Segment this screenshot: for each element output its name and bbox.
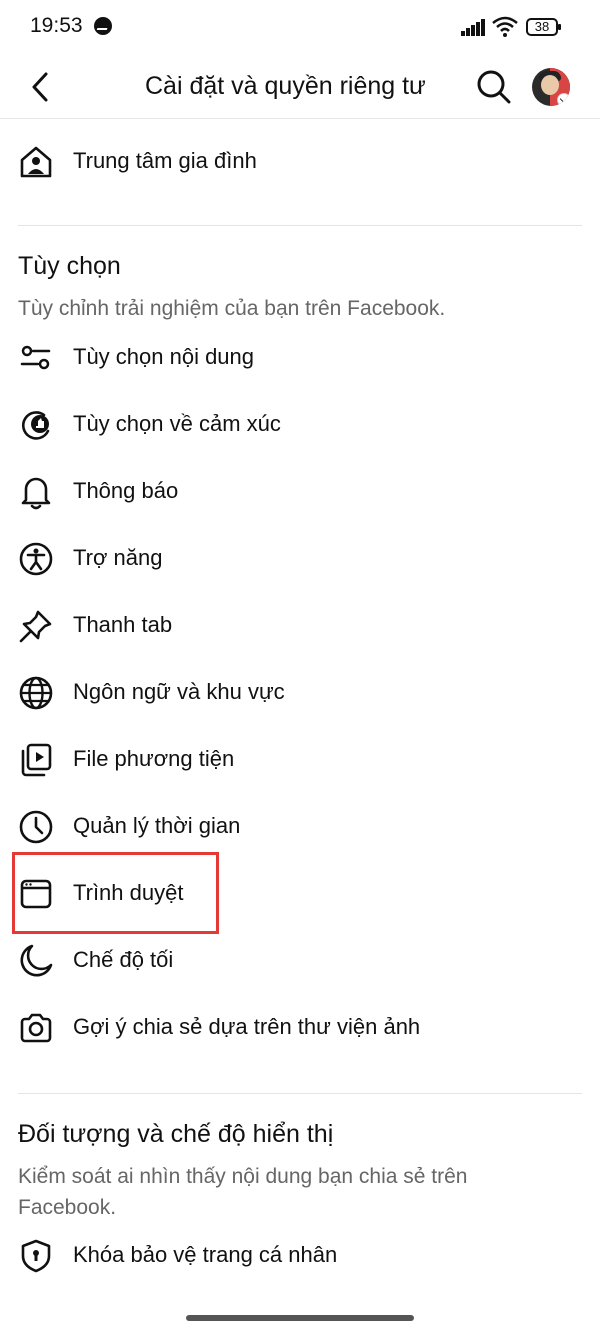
status-time: 19:53 bbox=[30, 14, 83, 37]
preferences-item-dark-mode[interactable]: Chế độ tối bbox=[0, 931, 600, 991]
preferences-item-media[interactable]: File phương tiện bbox=[0, 730, 600, 790]
messenger-icon bbox=[94, 17, 112, 35]
search-icon[interactable] bbox=[476, 69, 512, 105]
reaction-icon bbox=[18, 407, 54, 443]
preferences-item-reactions[interactable]: Tùy chọn về cảm xúc bbox=[0, 395, 600, 455]
wifi-icon bbox=[492, 16, 518, 38]
battery-icon: 38 bbox=[526, 18, 561, 36]
preferences-item-label: Thông báo bbox=[73, 478, 179, 503]
globe-icon bbox=[18, 675, 54, 711]
preferences-item-label: Gợi ý chia sẻ dựa trên thư viện ảnh bbox=[73, 1014, 421, 1039]
home-indicator[interactable] bbox=[186, 1315, 414, 1321]
preferences-item-tab-bar[interactable]: Thanh tab bbox=[0, 596, 600, 656]
preferences-section-title: Tùy chọn bbox=[18, 252, 121, 280]
moon-icon bbox=[18, 943, 54, 979]
back-arrow-icon[interactable] bbox=[24, 70, 58, 104]
family-home-icon bbox=[18, 144, 54, 180]
chevron-down-icon bbox=[557, 93, 570, 106]
preferences-item-label: Tùy chọn về cảm xúc bbox=[73, 411, 281, 436]
preferences-item-accessibility[interactable]: Trợ năng bbox=[0, 529, 600, 589]
preferences-item-label: Thanh tab bbox=[73, 612, 173, 637]
sliders-icon bbox=[18, 340, 54, 376]
preferences-item-label: File phương tiện bbox=[73, 746, 235, 771]
profile-avatar[interactable] bbox=[532, 68, 570, 106]
family-center-label: Trung tâm gia đình bbox=[73, 148, 257, 173]
preferences-item-label: Tùy chọn nội dung bbox=[73, 344, 255, 369]
audience-item-label: Khóa bảo vệ trang cá nhân bbox=[73, 1242, 338, 1267]
preferences-item-label: Chế độ tối bbox=[73, 947, 174, 972]
family-center-item[interactable]: Trung tâm gia đình bbox=[0, 132, 600, 192]
preferences-item-label: Trợ năng bbox=[73, 545, 163, 570]
camera-icon bbox=[18, 1010, 54, 1046]
preferences-item-content[interactable]: Tùy chọn nội dung bbox=[0, 328, 600, 388]
browser-highlight-box bbox=[12, 852, 219, 934]
page-title: Cài đặt và quyền riêng tư bbox=[145, 72, 426, 100]
accessibility-icon bbox=[18, 541, 54, 577]
preferences-item-label: Quản lý thời gian bbox=[73, 813, 241, 838]
shield-lock-icon bbox=[18, 1238, 54, 1274]
audience-item-profile-lock[interactable]: Khóa bảo vệ trang cá nhân bbox=[0, 1226, 600, 1286]
clock-icon bbox=[18, 809, 54, 845]
preferences-item-label: Ngôn ngữ và khu vực bbox=[73, 679, 285, 704]
audience-section-description: Kiểm soát ai nhìn thấy nội dung bạn chia… bbox=[18, 1165, 468, 1219]
bell-icon bbox=[18, 474, 54, 510]
preferences-item-photo-suggestions[interactable]: Gợi ý chia sẻ dựa trên thư viện ảnh bbox=[0, 998, 600, 1058]
media-icon bbox=[18, 742, 54, 778]
preferences-section-description: Tùy chỉnh trải nghiệm của bạn trên Faceb… bbox=[18, 297, 446, 320]
preferences-item-time-management[interactable]: Quản lý thời gian bbox=[0, 797, 600, 857]
status-bar: 19:53 38 bbox=[0, 0, 600, 56]
audience-section-title: Đối tượng và chế độ hiển thị bbox=[18, 1120, 334, 1148]
section-divider bbox=[18, 1093, 582, 1094]
top-app-bar: Cài đặt và quyền riêng tư bbox=[0, 56, 600, 119]
preferences-item-notifications[interactable]: Thông báo bbox=[0, 462, 600, 522]
signal-icon bbox=[461, 18, 487, 36]
preferences-item-language[interactable]: Ngôn ngữ và khu vực bbox=[0, 663, 600, 723]
section-divider bbox=[18, 225, 582, 226]
pin-icon bbox=[18, 608, 54, 644]
